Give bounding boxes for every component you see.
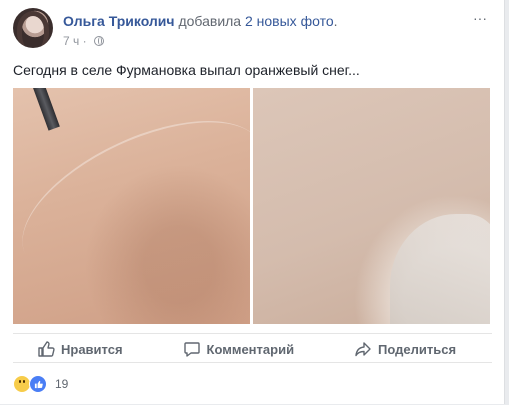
action-prefix: добавила: [178, 13, 242, 29]
globe-icon[interactable]: [93, 36, 104, 46]
share-arrow-icon: [355, 342, 371, 357]
photo-2[interactable]: [253, 88, 490, 324]
photo-1[interactable]: [13, 88, 250, 324]
new-photos-link[interactable]: 2 новых фото: [245, 13, 334, 29]
more-options-button[interactable]: ···: [468, 10, 492, 26]
like-label: Нравится: [61, 341, 123, 357]
timestamp[interactable]: 7 ч: [63, 34, 79, 48]
dot-separator: ·: [82, 34, 87, 48]
author-name[interactable]: Ольга Триколич: [63, 13, 175, 29]
comment-label: Комментарий: [206, 341, 295, 357]
reaction-count[interactable]: 19: [55, 377, 68, 391]
action-suffix: .: [333, 13, 338, 29]
share-label: Поделиться: [378, 341, 457, 357]
like-reaction-icon[interactable]: [29, 375, 47, 393]
comment-button[interactable]: Комментарий: [159, 334, 319, 362]
post-text: Сегодня в селе Фурмановка выпал оранжевы…: [13, 62, 360, 78]
avatar[interactable]: [13, 8, 53, 48]
like-button[interactable]: Нравится: [13, 334, 147, 362]
action-bar: Нравится Комментарий Поделиться: [13, 333, 492, 362]
post-card: Ольга Триколич добавила 2 новых фото. 7 …: [0, 0, 505, 404]
share-button[interactable]: Поделиться: [330, 334, 480, 362]
post-title-line: Ольга Триколич добавила 2 новых фото.: [63, 13, 338, 29]
thumbs-up-icon: [38, 341, 55, 357]
reactions-footer: 19: [13, 362, 492, 405]
post-header: Ольга Триколич добавила 2 новых фото. 7 …: [13, 8, 492, 52]
post-meta: 7 ч ·: [63, 34, 104, 48]
comment-bubble-icon: [183, 342, 200, 357]
